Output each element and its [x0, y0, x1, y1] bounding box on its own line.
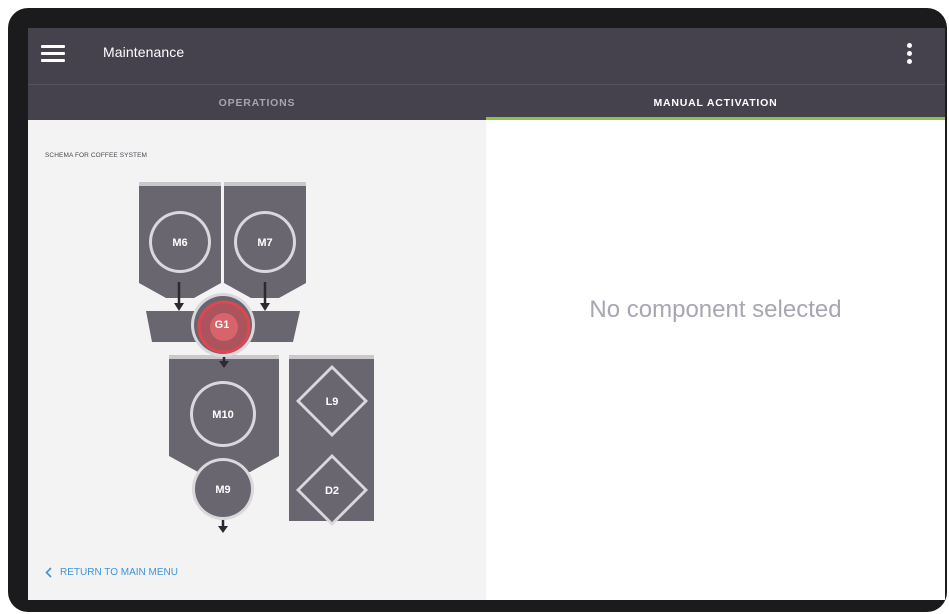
app-bar: Maintenance	[28, 28, 945, 84]
component-m6[interactable]: M6	[149, 211, 211, 273]
component-m10-label: M10	[212, 409, 233, 421]
component-m9[interactable]: M9	[192, 458, 254, 520]
component-d2-label: D2	[325, 485, 339, 497]
return-to-main-menu-link[interactable]: RETURN TO MAIN MENU	[45, 567, 178, 578]
hamburger-menu-icon[interactable]	[38, 42, 68, 66]
component-m9-label: M9	[215, 484, 230, 496]
app-title: Maintenance	[103, 44, 185, 60]
tab-bar: OPERATIONS MANUAL ACTIVATION	[28, 84, 945, 120]
component-l9-label: L9	[326, 396, 339, 408]
return-link-label: RETURN TO MAIN MENU	[60, 567, 178, 578]
coffee-system-schema: M6 M7 G1 M10 M9 L9 D2	[139, 182, 374, 533]
tab-manual-activation[interactable]: MANUAL ACTIVATION	[486, 85, 945, 120]
component-m10[interactable]: M10	[190, 381, 256, 447]
app-screen: Maintenance OPERATIONS MANUAL ACTIVATION…	[28, 28, 945, 600]
detail-panel: No component selected	[486, 120, 945, 600]
empty-state-message: No component selected	[589, 296, 842, 323]
flow-arrow-m9-out	[218, 520, 228, 533]
schema-panel: SCHEMA FOR COFFEE SYSTEM M6 M7 G1 M10 M9…	[28, 120, 486, 600]
chevron-left-icon	[45, 567, 52, 578]
component-g1-label: G1	[215, 319, 230, 331]
tab-operations[interactable]: OPERATIONS	[28, 85, 486, 120]
component-m7-label: M7	[257, 237, 272, 249]
more-vertical-icon[interactable]	[896, 40, 922, 70]
component-m7[interactable]: M7	[234, 211, 296, 273]
component-g1[interactable]: G1	[191, 293, 255, 357]
component-m6-label: M6	[172, 237, 187, 249]
